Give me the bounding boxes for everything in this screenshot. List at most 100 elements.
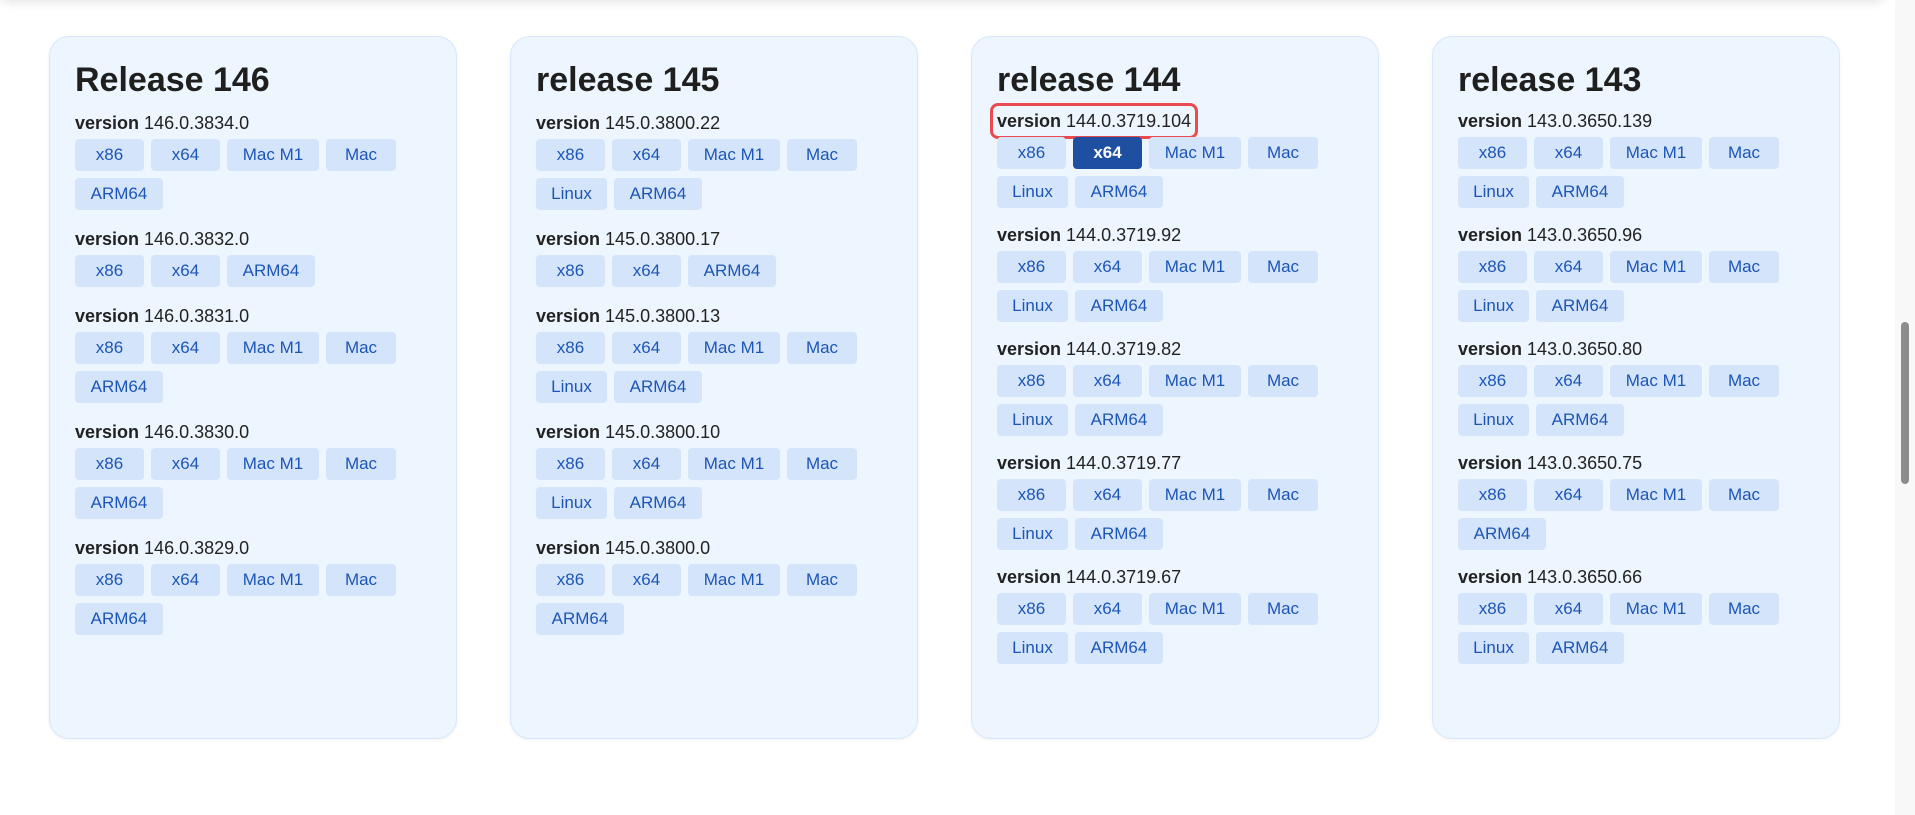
download-button-x86[interactable]: x86 xyxy=(997,251,1066,283)
download-button-x64[interactable]: x64 xyxy=(1073,479,1142,511)
download-button-arm64[interactable]: ARM64 xyxy=(227,255,315,287)
download-button-x86[interactable]: x86 xyxy=(75,332,144,364)
download-button-linux[interactable]: Linux xyxy=(997,632,1068,664)
download-button-arm64[interactable]: ARM64 xyxy=(1075,176,1163,208)
download-button-x86[interactable]: x86 xyxy=(75,255,144,287)
download-button-x64[interactable]: x64 xyxy=(151,332,220,364)
download-button-arm64[interactable]: ARM64 xyxy=(1075,632,1163,664)
download-button-linux[interactable]: Linux xyxy=(536,178,607,210)
download-button-arm64[interactable]: ARM64 xyxy=(1536,404,1624,436)
download-button-linux[interactable]: Linux xyxy=(997,518,1068,550)
download-button-mac-m1[interactable]: Mac M1 xyxy=(227,564,319,596)
download-button-x64[interactable]: x64 xyxy=(1073,137,1142,169)
download-button-arm64[interactable]: ARM64 xyxy=(536,603,624,635)
download-button-mac-m1[interactable]: Mac M1 xyxy=(1610,593,1702,625)
download-button-mac-m1[interactable]: Mac M1 xyxy=(1149,479,1241,511)
download-button-mac-m1[interactable]: Mac M1 xyxy=(227,332,319,364)
download-button-x64[interactable]: x64 xyxy=(151,139,220,171)
download-button-linux[interactable]: Linux xyxy=(1458,290,1529,322)
download-button-x86[interactable]: x86 xyxy=(75,564,144,596)
download-button-mac-m1[interactable]: Mac M1 xyxy=(688,448,780,480)
download-button-mac[interactable]: Mac xyxy=(326,332,396,364)
download-button-arm64[interactable]: ARM64 xyxy=(1458,518,1546,550)
download-button-x86[interactable]: x86 xyxy=(75,139,144,171)
download-button-arm64[interactable]: ARM64 xyxy=(1075,518,1163,550)
download-button-mac[interactable]: Mac xyxy=(1709,137,1779,169)
download-button-x64[interactable]: x64 xyxy=(612,332,681,364)
download-button-x64[interactable]: x64 xyxy=(1534,251,1603,283)
download-button-mac-m1[interactable]: Mac M1 xyxy=(1149,251,1241,283)
download-button-x86[interactable]: x86 xyxy=(997,479,1066,511)
download-button-mac[interactable]: Mac xyxy=(1709,251,1779,283)
download-button-arm64[interactable]: ARM64 xyxy=(1075,404,1163,436)
download-button-mac-m1[interactable]: Mac M1 xyxy=(1610,479,1702,511)
download-button-x86[interactable]: x86 xyxy=(1458,479,1527,511)
download-button-arm64[interactable]: ARM64 xyxy=(75,487,163,519)
download-button-arm64[interactable]: ARM64 xyxy=(75,603,163,635)
download-button-mac-m1[interactable]: Mac M1 xyxy=(1149,593,1241,625)
download-button-x64[interactable]: x64 xyxy=(1534,137,1603,169)
download-button-x86[interactable]: x86 xyxy=(75,448,144,480)
download-button-arm64[interactable]: ARM64 xyxy=(1536,176,1624,208)
download-button-arm64[interactable]: ARM64 xyxy=(1075,290,1163,322)
download-button-mac[interactable]: Mac xyxy=(1709,479,1779,511)
download-button-arm64[interactable]: ARM64 xyxy=(614,371,702,403)
download-button-x64[interactable]: x64 xyxy=(612,255,681,287)
download-button-x64[interactable]: x64 xyxy=(1073,365,1142,397)
download-button-linux[interactable]: Linux xyxy=(536,371,607,403)
download-button-linux[interactable]: Linux xyxy=(997,404,1068,436)
download-button-x86[interactable]: x86 xyxy=(1458,251,1527,283)
download-button-linux[interactable]: Linux xyxy=(536,487,607,519)
download-button-mac-m1[interactable]: Mac M1 xyxy=(1610,137,1702,169)
download-button-x64[interactable]: x64 xyxy=(151,255,220,287)
download-button-mac[interactable]: Mac xyxy=(326,139,396,171)
download-button-x86[interactable]: x86 xyxy=(1458,593,1527,625)
download-button-mac-m1[interactable]: Mac M1 xyxy=(227,139,319,171)
download-button-mac[interactable]: Mac xyxy=(787,139,857,171)
download-button-mac-m1[interactable]: Mac M1 xyxy=(1610,251,1702,283)
download-button-x86[interactable]: x86 xyxy=(536,448,605,480)
download-button-mac[interactable]: Mac xyxy=(1709,593,1779,625)
download-button-x86[interactable]: x86 xyxy=(536,255,605,287)
download-button-x64[interactable]: x64 xyxy=(612,448,681,480)
download-button-mac[interactable]: Mac xyxy=(1248,593,1318,625)
scrollbar-thumb[interactable] xyxy=(1901,322,1909,484)
download-button-mac-m1[interactable]: Mac M1 xyxy=(1149,137,1241,169)
download-button-mac[interactable]: Mac xyxy=(326,564,396,596)
download-button-mac[interactable]: Mac xyxy=(1709,365,1779,397)
download-button-arm64[interactable]: ARM64 xyxy=(614,487,702,519)
download-button-linux[interactable]: Linux xyxy=(1458,404,1529,436)
download-button-x64[interactable]: x64 xyxy=(612,564,681,596)
download-button-mac-m1[interactable]: Mac M1 xyxy=(688,139,780,171)
download-button-arm64[interactable]: ARM64 xyxy=(75,371,163,403)
download-button-x64[interactable]: x64 xyxy=(151,564,220,596)
download-button-x64[interactable]: x64 xyxy=(151,448,220,480)
download-button-x64[interactable]: x64 xyxy=(1534,479,1603,511)
download-button-linux[interactable]: Linux xyxy=(1458,632,1529,664)
download-button-mac[interactable]: Mac xyxy=(1248,137,1318,169)
download-button-mac-m1[interactable]: Mac M1 xyxy=(1610,365,1702,397)
download-button-mac[interactable]: Mac xyxy=(1248,479,1318,511)
download-button-x64[interactable]: x64 xyxy=(1073,593,1142,625)
download-button-x86[interactable]: x86 xyxy=(536,332,605,364)
download-button-x86[interactable]: x86 xyxy=(536,139,605,171)
download-button-mac-m1[interactable]: Mac M1 xyxy=(227,448,319,480)
download-button-mac[interactable]: Mac xyxy=(1248,251,1318,283)
download-button-mac-m1[interactable]: Mac M1 xyxy=(688,332,780,364)
download-button-mac-m1[interactable]: Mac M1 xyxy=(688,564,780,596)
download-button-arm64[interactable]: ARM64 xyxy=(1536,632,1624,664)
download-button-arm64[interactable]: ARM64 xyxy=(1536,290,1624,322)
download-button-arm64[interactable]: ARM64 xyxy=(75,178,163,210)
download-button-mac[interactable]: Mac xyxy=(787,448,857,480)
download-button-x64[interactable]: x64 xyxy=(612,139,681,171)
download-button-linux[interactable]: Linux xyxy=(997,290,1068,322)
download-button-x64[interactable]: x64 xyxy=(1534,365,1603,397)
download-button-x86[interactable]: x86 xyxy=(1458,137,1527,169)
download-button-linux[interactable]: Linux xyxy=(997,176,1068,208)
download-button-mac[interactable]: Mac xyxy=(326,448,396,480)
download-button-mac[interactable]: Mac xyxy=(787,332,857,364)
download-button-x86[interactable]: x86 xyxy=(536,564,605,596)
download-button-x86[interactable]: x86 xyxy=(997,365,1066,397)
download-button-x86[interactable]: x86 xyxy=(997,137,1066,169)
download-button-mac-m1[interactable]: Mac M1 xyxy=(1149,365,1241,397)
